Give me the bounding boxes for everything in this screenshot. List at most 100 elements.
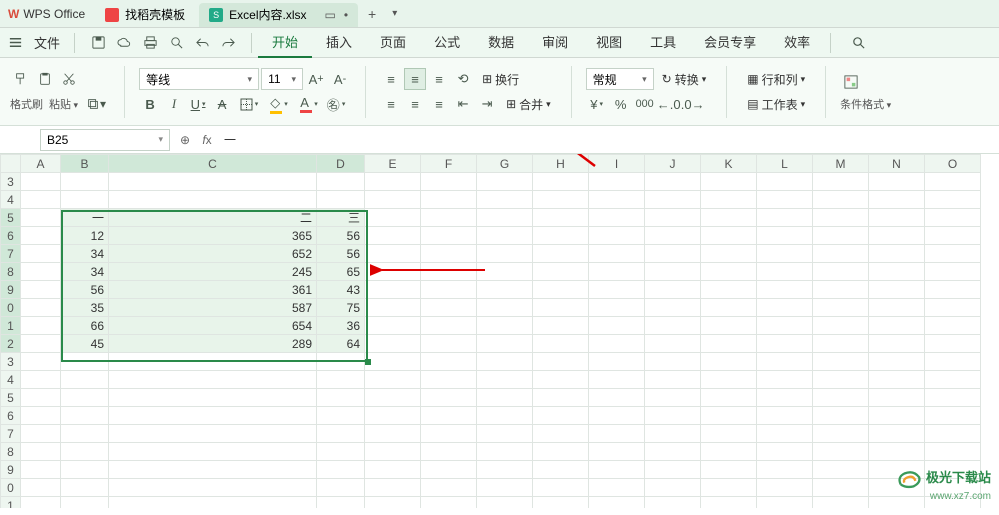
cell[interactable]	[477, 317, 533, 335]
cell[interactable]	[869, 173, 925, 191]
cell[interactable]	[869, 407, 925, 425]
cell[interactable]	[421, 389, 477, 407]
row-header[interactable]: 4	[1, 371, 21, 389]
cell[interactable]	[365, 425, 421, 443]
col-header-N[interactable]: N	[869, 155, 925, 173]
cell[interactable]	[925, 299, 981, 317]
cell[interactable]	[477, 245, 533, 263]
cell[interactable]	[757, 479, 813, 497]
cell[interactable]	[645, 245, 701, 263]
cell[interactable]	[61, 407, 109, 425]
row-header[interactable]: 8	[1, 263, 21, 281]
cell[interactable]	[477, 371, 533, 389]
cell[interactable]	[925, 209, 981, 227]
cell[interactable]	[365, 317, 421, 335]
menu-page[interactable]: 页面	[366, 28, 420, 58]
cell[interactable]	[757, 425, 813, 443]
menu-efficiency[interactable]: 效率	[770, 28, 824, 58]
cell[interactable]: 587	[109, 299, 317, 317]
tab-document[interactable]: S Excel内容.xlsx ▭ •	[199, 3, 358, 27]
cell[interactable]: 56	[61, 281, 109, 299]
border-button[interactable]	[235, 93, 263, 115]
cell[interactable]	[813, 497, 869, 509]
cell[interactable]	[365, 443, 421, 461]
cell[interactable]	[421, 299, 477, 317]
cell[interactable]	[869, 227, 925, 245]
cell[interactable]	[365, 479, 421, 497]
cell[interactable]	[645, 281, 701, 299]
cell[interactable]	[317, 191, 365, 209]
row-header[interactable]: 9	[1, 281, 21, 299]
row-header[interactable]: 0	[1, 299, 21, 317]
cell[interactable]	[925, 443, 981, 461]
cell[interactable]	[533, 299, 589, 317]
cut-icon[interactable]	[58, 68, 80, 90]
cell[interactable]	[813, 209, 869, 227]
cell[interactable]	[477, 479, 533, 497]
rowcol-button[interactable]: ▦ 行和列	[741, 68, 811, 90]
shrink-font-icon[interactable]: A-	[329, 68, 351, 90]
cell[interactable]	[477, 461, 533, 479]
cell[interactable]	[365, 353, 421, 371]
cell[interactable]	[813, 245, 869, 263]
cell[interactable]	[533, 209, 589, 227]
cell[interactable]	[365, 281, 421, 299]
menu-data[interactable]: 数据	[474, 28, 528, 58]
cell[interactable]	[365, 263, 421, 281]
cell[interactable]	[701, 173, 757, 191]
cell[interactable]: 36	[317, 317, 365, 335]
cell[interactable]	[757, 389, 813, 407]
cell[interactable]	[589, 209, 645, 227]
col-header-I[interactable]: I	[589, 155, 645, 173]
cell[interactable]	[365, 461, 421, 479]
cell[interactable]	[421, 443, 477, 461]
cell[interactable]	[109, 443, 317, 461]
cell[interactable]	[477, 299, 533, 317]
thousands-icon[interactable]: 000	[634, 93, 656, 115]
col-header-M[interactable]: M	[813, 155, 869, 173]
row-header[interactable]: 7	[1, 245, 21, 263]
cell[interactable]	[757, 353, 813, 371]
cell[interactable]	[21, 299, 61, 317]
cell[interactable]	[109, 461, 317, 479]
col-header-G[interactable]: G	[477, 155, 533, 173]
cell[interactable]	[589, 191, 645, 209]
row-header[interactable]: 4	[1, 191, 21, 209]
cell[interactable]	[813, 281, 869, 299]
cell[interactable]	[477, 209, 533, 227]
cell[interactable]	[533, 263, 589, 281]
merge-button[interactable]: ⊞ 合并	[500, 93, 557, 115]
cell[interactable]	[757, 335, 813, 353]
cell[interactable]	[925, 281, 981, 299]
cell[interactable]	[421, 173, 477, 191]
print-icon[interactable]	[139, 32, 161, 54]
cell[interactable]: 12	[61, 227, 109, 245]
cell[interactable]: 35	[61, 299, 109, 317]
cell[interactable]	[21, 335, 61, 353]
cell[interactable]	[701, 317, 757, 335]
underline-button[interactable]: U	[187, 93, 209, 115]
cell[interactable]	[589, 281, 645, 299]
col-header-D[interactable]: D	[317, 155, 365, 173]
redo-icon[interactable]	[217, 32, 239, 54]
strikethrough-button[interactable]: A	[211, 93, 233, 115]
align-mid-icon[interactable]: ≡	[404, 68, 426, 90]
currency-icon[interactable]: ¥	[586, 93, 608, 115]
cell[interactable]	[589, 371, 645, 389]
cell[interactable]	[21, 191, 61, 209]
indent-inc-icon[interactable]: ⇥	[476, 93, 498, 115]
cell[interactable]	[645, 479, 701, 497]
cell[interactable]	[869, 371, 925, 389]
cell[interactable]	[61, 173, 109, 191]
cell[interactable]	[645, 389, 701, 407]
cell[interactable]	[61, 425, 109, 443]
cell[interactable]	[813, 191, 869, 209]
cell[interactable]	[645, 191, 701, 209]
cell[interactable]	[365, 191, 421, 209]
font-name-select[interactable]: 等线	[139, 68, 259, 90]
more-icon[interactable]: •	[344, 8, 348, 22]
cell[interactable]	[645, 353, 701, 371]
formula-input[interactable]: 一	[218, 131, 999, 148]
align-bot-icon[interactable]: ≡	[428, 68, 450, 90]
cell[interactable]	[21, 425, 61, 443]
